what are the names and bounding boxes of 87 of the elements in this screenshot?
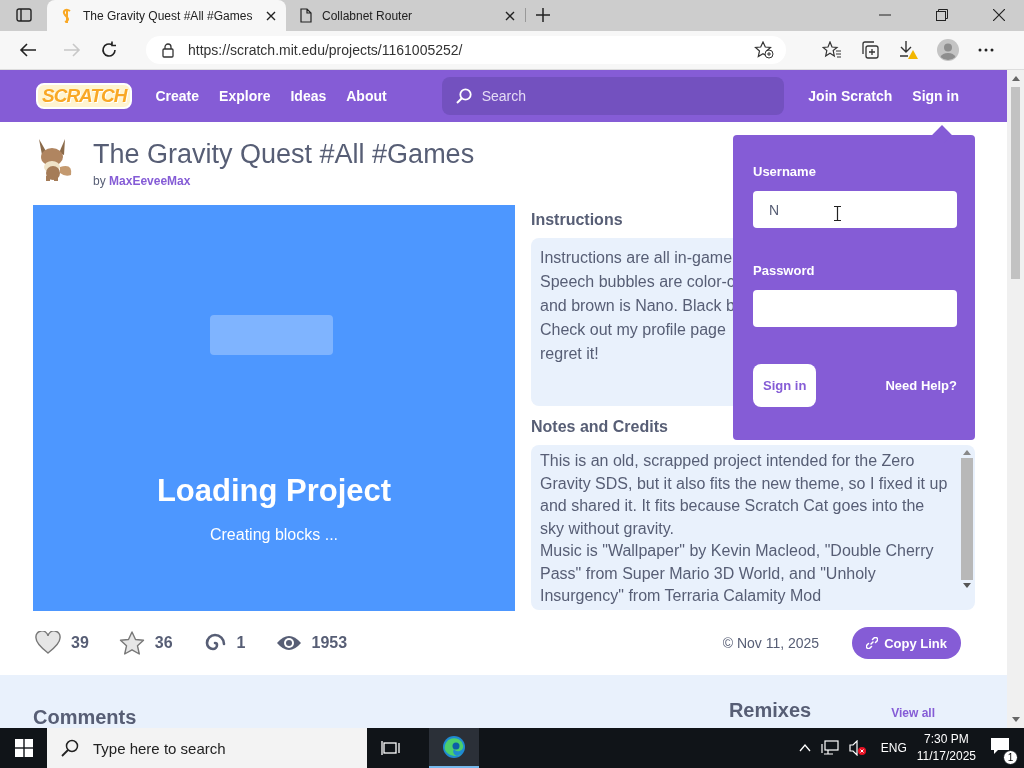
nav-link[interactable]: Ideas [280, 88, 337, 104]
eye-icon [275, 634, 302, 652]
scroll-down-icon[interactable] [1011, 717, 1020, 722]
scroll-up-icon[interactable] [963, 450, 971, 455]
loading-status: Creating blocks ... [209, 526, 339, 544]
taskbar-search-field[interactable]: Type here to search [47, 728, 367, 768]
username-field[interactable]: N [753, 191, 957, 228]
lock-icon [162, 42, 174, 58]
notes-text: sky without gravity. [540, 518, 674, 539]
password-label: Password [753, 263, 816, 278]
close-icon[interactable] [266, 10, 276, 21]
notes-text: Music is "Wallpaper" by Kevin Macleod, "Double Cherry [540, 541, 934, 561]
taskbar-app-button[interactable] [429, 728, 479, 768]
password-field[interactable] [753, 290, 957, 327]
username-label: Username [753, 164, 817, 179]
add-favorite-icon[interactable] [754, 41, 774, 59]
address-field[interactable]: https://scratch.mit.edu/projects/1161005252/ [146, 36, 786, 64]
browser-app-icon [442, 735, 466, 759]
heart-icon[interactable] [35, 631, 61, 655]
instructions-text: regret it! [540, 344, 599, 364]
notes-text: Pass" from Super Mario 3D World, and "Unholy [540, 563, 876, 584]
browser-tab[interactable]: Collabnet Router [286, 0, 525, 31]
chevron-up-icon[interactable] [798, 744, 811, 752]
stat-count: 1953 [311, 634, 348, 652]
nav-link[interactable]: About [336, 88, 397, 104]
scroll-thumb[interactable] [961, 458, 973, 580]
search-field[interactable]: Search [441, 77, 784, 115]
link-icon [866, 637, 879, 649]
view-all-link[interactable]: View all [891, 706, 935, 720]
by-label: by [93, 174, 106, 188]
muted-speaker-icon[interactable] [848, 740, 867, 756]
sign-in-link[interactable]: Sign in [902, 88, 969, 104]
notification-count: 1 [1003, 750, 1018, 765]
star-icon[interactable] [118, 630, 145, 656]
close-icon[interactable] [505, 10, 515, 21]
notes-text: Insurgency" from Terraria Calamity Mod [540, 586, 822, 606]
restore-icon[interactable] [936, 9, 948, 21]
search-icon [455, 88, 472, 104]
more-icon[interactable] [978, 48, 994, 52]
instructions-text: Check out my profile page [540, 320, 726, 340]
loading-heading: Loading Project [156, 473, 392, 509]
copy-link-button[interactable]: Copy Link [852, 627, 961, 659]
need-help-link[interactable]: Need Help? [885, 378, 957, 393]
remixes-heading: Remixes [728, 699, 812, 722]
profile-avatar-icon[interactable] [937, 39, 959, 61]
comments-heading: Comments [33, 706, 137, 728]
close-icon[interactable] [993, 9, 1005, 21]
browser-tab[interactable]: The Gravity Quest #All #Games [47, 0, 286, 31]
author-link[interactable]: MaxEeveeMax [109, 174, 191, 188]
scroll-up-icon[interactable] [1011, 76, 1020, 81]
instructions-text: Instructions are all in-game [540, 248, 733, 268]
windows-start-icon[interactable] [15, 739, 33, 757]
notes-text: Gravity SDS, but it also fits the new theme, so I fixed it up [540, 473, 948, 494]
project-title: The Gravity Quest #All #Games [93, 139, 475, 170]
clock-time[interactable]: 7:30 PM [924, 731, 969, 748]
notes-heading: Notes and Credits [531, 418, 668, 436]
scroll-thumb[interactable] [1011, 87, 1020, 279]
instructions-text: Speech bubbles are color-c [540, 272, 735, 292]
scrollbar[interactable] [1007, 70, 1024, 728]
language-indicator[interactable]: ENG [880, 741, 907, 755]
join-link[interactable]: Join Scratch [798, 88, 903, 104]
sign-in-button[interactable]: Sign in [753, 364, 817, 407]
stat-count: 39 [71, 634, 89, 652]
instructions-heading: Instructions [531, 211, 623, 229]
page-icon [300, 8, 312, 23]
stat-count: 1 [236, 634, 246, 652]
scratch-favicon-icon [61, 7, 73, 24]
stat-count: 36 [154, 634, 173, 652]
notes-text: and shared it. It fits because Scratch Cat goes into the [540, 496, 925, 516]
nav-link[interactable]: Explore [209, 88, 281, 104]
favorites-icon[interactable] [822, 41, 842, 59]
new-tab-icon[interactable] [525, 8, 550, 22]
scroll-down-icon[interactable] [963, 583, 971, 588]
nav-link[interactable]: Create [145, 88, 210, 104]
task-view-icon[interactable] [381, 740, 401, 756]
download-warning-icon[interactable] [898, 40, 918, 60]
search-icon [61, 739, 79, 757]
share-date: © Nov 11, 2025 [722, 635, 820, 651]
notification-icon[interactable] [990, 737, 1010, 755]
collections-icon[interactable] [861, 41, 879, 59]
refresh-icon[interactable] [100, 41, 118, 59]
back-arrow-icon[interactable] [19, 42, 37, 58]
notes-text: This is an old, scrapped project intended for the Zero [540, 451, 915, 471]
tab-actions-icon[interactable] [16, 8, 32, 22]
clock-date[interactable]: 11/17/2025 [916, 748, 976, 765]
network-icon[interactable] [820, 740, 839, 756]
text-cursor-icon [834, 206, 841, 221]
